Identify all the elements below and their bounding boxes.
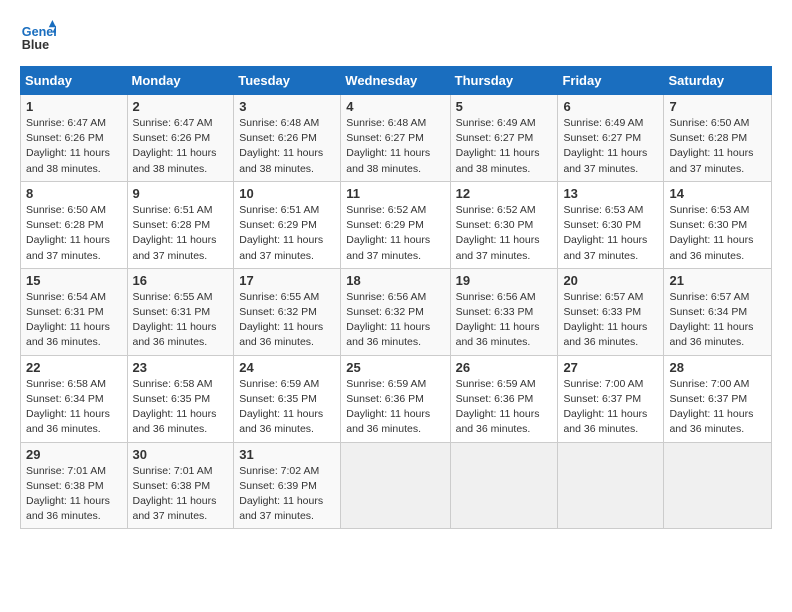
table-row: 15Sunrise: 6:54 AMSunset: 6:31 PMDayligh… — [21, 268, 128, 355]
table-row: 11Sunrise: 6:52 AMSunset: 6:29 PMDayligh… — [341, 181, 450, 268]
table-row: 13Sunrise: 6:53 AMSunset: 6:30 PMDayligh… — [558, 181, 664, 268]
table-row: 22Sunrise: 6:58 AMSunset: 6:34 PMDayligh… — [21, 355, 128, 442]
col-friday: Friday — [558, 67, 664, 95]
table-row: 16Sunrise: 6:55 AMSunset: 6:31 PMDayligh… — [127, 268, 234, 355]
col-sunday: Sunday — [21, 67, 128, 95]
table-row: 7Sunrise: 6:50 AMSunset: 6:28 PMDaylight… — [664, 95, 772, 182]
col-saturday: Saturday — [664, 67, 772, 95]
table-row: 9Sunrise: 6:51 AMSunset: 6:28 PMDaylight… — [127, 181, 234, 268]
table-row: 10Sunrise: 6:51 AMSunset: 6:29 PMDayligh… — [234, 181, 341, 268]
table-row: 28Sunrise: 7:00 AMSunset: 6:37 PMDayligh… — [664, 355, 772, 442]
table-row: 4Sunrise: 6:48 AMSunset: 6:27 PMDaylight… — [341, 95, 450, 182]
svg-text:Blue: Blue — [22, 38, 49, 52]
table-row: 18Sunrise: 6:56 AMSunset: 6:32 PMDayligh… — [341, 268, 450, 355]
table-row — [450, 442, 558, 529]
table-row: 23Sunrise: 6:58 AMSunset: 6:35 PMDayligh… — [127, 355, 234, 442]
logo-icon: General Blue — [20, 20, 56, 56]
table-row — [558, 442, 664, 529]
table-row: 25Sunrise: 6:59 AMSunset: 6:36 PMDayligh… — [341, 355, 450, 442]
table-row: 24Sunrise: 6:59 AMSunset: 6:35 PMDayligh… — [234, 355, 341, 442]
header-row: Sunday Monday Tuesday Wednesday Thursday… — [21, 67, 772, 95]
table-row — [664, 442, 772, 529]
table-row — [341, 442, 450, 529]
table-row: 27Sunrise: 7:00 AMSunset: 6:37 PMDayligh… — [558, 355, 664, 442]
table-row: 30Sunrise: 7:01 AMSunset: 6:38 PMDayligh… — [127, 442, 234, 529]
logo: General Blue — [20, 20, 62, 56]
table-row: 5Sunrise: 6:49 AMSunset: 6:27 PMDaylight… — [450, 95, 558, 182]
table-row: 1Sunrise: 6:47 AMSunset: 6:26 PMDaylight… — [21, 95, 128, 182]
page-header: General Blue — [20, 20, 772, 56]
col-thursday: Thursday — [450, 67, 558, 95]
table-row: 3Sunrise: 6:48 AMSunset: 6:26 PMDaylight… — [234, 95, 341, 182]
table-row: 21Sunrise: 6:57 AMSunset: 6:34 PMDayligh… — [664, 268, 772, 355]
col-tuesday: Tuesday — [234, 67, 341, 95]
table-row: 14Sunrise: 6:53 AMSunset: 6:30 PMDayligh… — [664, 181, 772, 268]
table-row: 17Sunrise: 6:55 AMSunset: 6:32 PMDayligh… — [234, 268, 341, 355]
table-row: 29Sunrise: 7:01 AMSunset: 6:38 PMDayligh… — [21, 442, 128, 529]
table-row: 8Sunrise: 6:50 AMSunset: 6:28 PMDaylight… — [21, 181, 128, 268]
col-wednesday: Wednesday — [341, 67, 450, 95]
calendar-table: Sunday Monday Tuesday Wednesday Thursday… — [20, 66, 772, 529]
table-row: 19Sunrise: 6:56 AMSunset: 6:33 PMDayligh… — [450, 268, 558, 355]
table-row: 6Sunrise: 6:49 AMSunset: 6:27 PMDaylight… — [558, 95, 664, 182]
table-row: 2Sunrise: 6:47 AMSunset: 6:26 PMDaylight… — [127, 95, 234, 182]
table-row: 31Sunrise: 7:02 AMSunset: 6:39 PMDayligh… — [234, 442, 341, 529]
col-monday: Monday — [127, 67, 234, 95]
table-row: 26Sunrise: 6:59 AMSunset: 6:36 PMDayligh… — [450, 355, 558, 442]
table-row: 12Sunrise: 6:52 AMSunset: 6:30 PMDayligh… — [450, 181, 558, 268]
table-row: 20Sunrise: 6:57 AMSunset: 6:33 PMDayligh… — [558, 268, 664, 355]
